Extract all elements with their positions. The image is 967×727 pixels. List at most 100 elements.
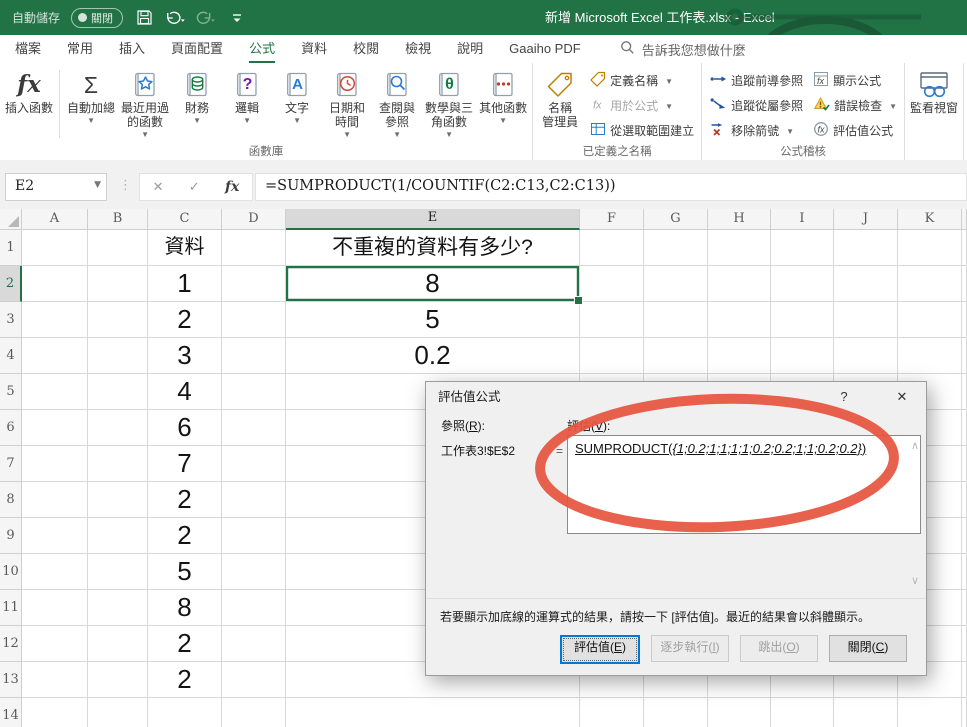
cell-C14[interactable] bbox=[148, 698, 222, 727]
dialog-help-button[interactable]: ? bbox=[828, 382, 860, 412]
ribbon-button-其他函數[interactable]: 其他函數▼ bbox=[476, 68, 530, 126]
name-box-dropdown-icon[interactable]: ▼ bbox=[94, 180, 101, 190]
cell-D10[interactable] bbox=[222, 554, 286, 590]
tab-說明[interactable]: 說明 bbox=[444, 35, 496, 63]
cell-H4[interactable] bbox=[708, 338, 771, 374]
cell-K1[interactable] bbox=[898, 230, 962, 266]
cell-A14[interactable] bbox=[22, 698, 88, 727]
cell-F14[interactable] bbox=[580, 698, 644, 727]
row-header-6[interactable]: 6 bbox=[0, 410, 22, 446]
cell-A5[interactable] bbox=[22, 374, 88, 410]
cell-I4[interactable] bbox=[771, 338, 834, 374]
cell-partial1[interactable] bbox=[962, 230, 967, 266]
tab-檢視[interactable]: 檢視 bbox=[392, 35, 444, 63]
cell-D11[interactable] bbox=[222, 590, 286, 626]
cell-C12[interactable]: 2 bbox=[148, 626, 222, 662]
column-header-partial[interactable] bbox=[962, 209, 967, 230]
column-header-E[interactable]: E bbox=[286, 209, 580, 230]
tab-檔案[interactable]: 檔案 bbox=[2, 35, 54, 63]
cell-partial5[interactable] bbox=[962, 374, 967, 410]
cell-C3[interactable]: 2 bbox=[148, 302, 222, 338]
cell-C10[interactable]: 5 bbox=[148, 554, 222, 590]
cell-D9[interactable] bbox=[222, 518, 286, 554]
ribbon-button-文字[interactable]: A文字▼ bbox=[272, 68, 322, 126]
cell-A13[interactable] bbox=[22, 662, 88, 698]
tab-資料[interactable]: 資料 bbox=[288, 35, 340, 63]
ribbon-button-查閱與參照[interactable]: 查閱與參照▼ bbox=[372, 68, 422, 140]
cell-partial9[interactable] bbox=[962, 518, 967, 554]
cell-C1[interactable]: 資料 bbox=[148, 230, 222, 266]
row-header-11[interactable]: 11 bbox=[0, 590, 22, 626]
cell-D5[interactable] bbox=[222, 374, 286, 410]
cell-B6[interactable] bbox=[88, 410, 148, 446]
cell-D2[interactable] bbox=[222, 266, 286, 302]
cell-A11[interactable] bbox=[22, 590, 88, 626]
column-header-C[interactable]: C bbox=[148, 209, 222, 230]
formula-input[interactable]: =SUMPRODUCT(1/COUNTIF(C2:C13,C2:C13)) bbox=[255, 173, 967, 201]
ribbon-button-邏輯[interactable]: ?邏輯▼ bbox=[222, 68, 272, 126]
ribbon-button-錯誤檢查[interactable]: 錯誤檢查▼ bbox=[808, 93, 902, 118]
cell-G4[interactable] bbox=[644, 338, 708, 374]
tab-Gaaiho PDF[interactable]: Gaaiho PDF bbox=[496, 35, 594, 63]
ribbon-button-自動加總[interactable]: Σ自動加總▼ bbox=[64, 68, 118, 126]
ribbon-button-評估值公式[interactable]: fx評估值公式 bbox=[808, 118, 902, 143]
cell-I1[interactable] bbox=[771, 230, 834, 266]
cell-G3[interactable] bbox=[644, 302, 708, 338]
ribbon-button-最近用過的函數[interactable]: 最近用過的函數▼ bbox=[118, 68, 172, 140]
column-header-J[interactable]: J bbox=[834, 209, 898, 230]
select-all-corner[interactable] bbox=[0, 209, 22, 230]
cell-partial4[interactable] bbox=[962, 338, 967, 374]
cell-E3[interactable]: 5 bbox=[286, 302, 580, 338]
cell-J3[interactable] bbox=[834, 302, 898, 338]
cell-partial14[interactable] bbox=[962, 698, 967, 727]
cell-B11[interactable] bbox=[88, 590, 148, 626]
cell-partial3[interactable] bbox=[962, 302, 967, 338]
ribbon-button-定義名稱[interactable]: 定義名稱▼ bbox=[585, 68, 699, 93]
cell-C7[interactable]: 7 bbox=[148, 446, 222, 482]
name-box[interactable]: E2 ▼ bbox=[5, 173, 107, 201]
cell-B8[interactable] bbox=[88, 482, 148, 518]
dialog-button-評估值(E)[interactable]: 評估值(E) bbox=[560, 635, 640, 664]
cell-A3[interactable] bbox=[22, 302, 88, 338]
cell-H14[interactable] bbox=[708, 698, 771, 727]
ribbon-button-財務[interactable]: 財務▼ bbox=[172, 68, 222, 126]
autosave-toggle[interactable]: 關閉 bbox=[71, 8, 123, 28]
cell-B3[interactable] bbox=[88, 302, 148, 338]
dialog-titlebar[interactable]: 評估值公式 ? ✕ bbox=[426, 382, 926, 412]
cell-B13[interactable] bbox=[88, 662, 148, 698]
cell-B12[interactable] bbox=[88, 626, 148, 662]
cell-A2[interactable] bbox=[22, 266, 88, 302]
row-header-3[interactable]: 3 bbox=[0, 302, 22, 338]
cell-E1[interactable]: 不重複的資料有多少? bbox=[286, 230, 580, 266]
cell-A9[interactable] bbox=[22, 518, 88, 554]
cell-B9[interactable] bbox=[88, 518, 148, 554]
tell-me-search[interactable]: 告訴我您想做什麼 bbox=[620, 35, 746, 63]
row-header-1[interactable]: 1 bbox=[0, 230, 22, 266]
save-button[interactable] bbox=[134, 7, 154, 29]
scroll-down-icon[interactable]: ∨ bbox=[911, 574, 919, 587]
row-header-7[interactable]: 7 bbox=[0, 446, 22, 482]
row-header-8[interactable]: 8 bbox=[0, 482, 22, 518]
column-header-F[interactable]: F bbox=[580, 209, 644, 230]
tab-頁面配置[interactable]: 頁面配置 bbox=[158, 35, 236, 63]
cell-D14[interactable] bbox=[222, 698, 286, 727]
cell-H2[interactable] bbox=[708, 266, 771, 302]
cell-C11[interactable]: 8 bbox=[148, 590, 222, 626]
cell-B5[interactable] bbox=[88, 374, 148, 410]
cell-A4[interactable] bbox=[22, 338, 88, 374]
ribbon-button-日期和時間[interactable]: 日期和時間▼ bbox=[322, 68, 372, 140]
cell-A12[interactable] bbox=[22, 626, 88, 662]
row-header-10[interactable]: 10 bbox=[0, 554, 22, 590]
column-header-H[interactable]: H bbox=[708, 209, 771, 230]
cell-I3[interactable] bbox=[771, 302, 834, 338]
row-header-5[interactable]: 5 bbox=[0, 374, 22, 410]
row-header-12[interactable]: 12 bbox=[0, 626, 22, 662]
ribbon-button-名稱管理員[interactable]: 名稱管理員 bbox=[535, 68, 585, 130]
column-header-K[interactable]: K bbox=[898, 209, 962, 230]
row-header-2[interactable]: 2 bbox=[0, 266, 22, 302]
undo-button[interactable] bbox=[165, 7, 185, 29]
cell-B2[interactable] bbox=[88, 266, 148, 302]
cell-C2[interactable]: 1 bbox=[148, 266, 222, 302]
cell-F4[interactable] bbox=[580, 338, 644, 374]
ribbon-button-從選取範圍建立[interactable]: 從選取範圍建立 bbox=[585, 118, 699, 143]
